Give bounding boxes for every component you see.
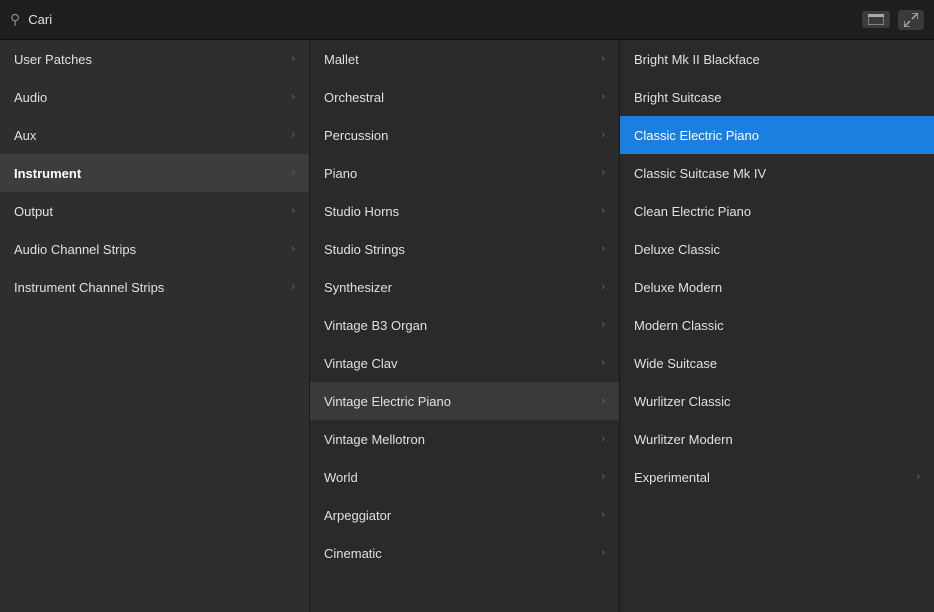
col3-item-0[interactable]: Bright Mk II Blackface [620,40,934,78]
col3-item-label-2: Classic Electric Piano [634,128,759,143]
col2-item-6[interactable]: Synthesizer › [310,268,619,306]
col3-item-label-0: Bright Mk II Blackface [634,52,760,67]
col3-item-label-1: Bright Suitcase [634,90,721,105]
col2-item-label-7: Vintage B3 Organ [324,318,427,333]
col2-item-0[interactable]: Mallet › [310,40,619,78]
col1-item-label-0: User Patches [14,52,92,67]
col2-item-label-0: Mallet [324,52,359,67]
chevron-icon-10: › [601,433,605,445]
col3-item-label-11: Experimental [634,470,710,485]
chevron-icon-1: › [601,91,605,103]
search-input[interactable]: Cari [28,12,854,27]
col2-item-label-4: Studio Horns [324,204,399,219]
col2-item-10[interactable]: Vintage Mellotron › [310,420,619,458]
col3-item-10[interactable]: Wurlitzer Modern [620,420,934,458]
col1-item-5[interactable]: Audio Channel Strips › [0,230,309,268]
col2-item-3[interactable]: Piano › [310,154,619,192]
chevron-icon-11: › [916,471,920,483]
col1-item-label-3: Instrument [14,166,81,181]
col2-item-1[interactable]: Orchestral › [310,78,619,116]
chevron-icon-7: › [601,319,605,331]
search-bar: ⚲ Cari [0,0,934,40]
col1-item-label-1: Audio [14,90,47,105]
chevron-icon-3: › [291,167,295,179]
column-2: Mallet›Orchestral›Percussion›Piano›Studi… [310,40,620,612]
chevron-icon-6: › [601,281,605,293]
col3-item-2[interactable]: Classic Electric Piano [620,116,934,154]
col2-item-label-6: Synthesizer [324,280,392,295]
toolbar-icons [862,10,924,30]
col1-item-label-5: Audio Channel Strips [14,242,136,257]
col2-item-label-12: Arpeggiator [324,508,391,523]
col3-item-3[interactable]: Classic Suitcase Mk IV [620,154,934,192]
collapse-button[interactable] [898,10,924,30]
col3-item-5[interactable]: Deluxe Classic [620,230,934,268]
chevron-icon-0: › [291,53,295,65]
menu-columns: User Patches›Audio›Aux›Instrument›Output… [0,40,934,612]
col3-item-7[interactable]: Modern Classic [620,306,934,344]
col3-item-label-3: Classic Suitcase Mk IV [634,166,766,181]
col2-item-2[interactable]: Percussion › [310,116,619,154]
chevron-icon-8: › [601,357,605,369]
chevron-icon-11: › [601,471,605,483]
col2-item-label-13: Cinematic [324,546,382,561]
chevron-icon-2: › [291,129,295,141]
chevron-icon-9: › [601,395,605,407]
column-1: User Patches›Audio›Aux›Instrument›Output… [0,40,310,612]
col2-item-4[interactable]: Studio Horns › [310,192,619,230]
col3-item-6[interactable]: Deluxe Modern [620,268,934,306]
col3-item-4[interactable]: Clean Electric Piano [620,192,934,230]
col3-item-label-10: Wurlitzer Modern [634,432,733,447]
chevron-icon-5: › [291,243,295,255]
col1-item-1[interactable]: Audio › [0,78,309,116]
chevron-icon-4: › [291,205,295,217]
col1-item-label-2: Aux [14,128,36,143]
col2-item-label-1: Orchestral [324,90,384,105]
col1-item-label-4: Output [14,204,53,219]
col2-item-11[interactable]: World › [310,458,619,496]
col3-item-label-9: Wurlitzer Classic [634,394,731,409]
col1-item-4[interactable]: Output › [0,192,309,230]
col2-item-label-5: Studio Strings [324,242,405,257]
col2-item-7[interactable]: Vintage B3 Organ › [310,306,619,344]
col3-item-label-5: Deluxe Classic [634,242,720,257]
col2-item-9[interactable]: Vintage Electric Piano › [310,382,619,420]
col3-item-8[interactable]: Wide Suitcase [620,344,934,382]
chevron-icon-5: › [601,243,605,255]
col3-item-label-8: Wide Suitcase [634,356,717,371]
chevron-icon-0: › [601,53,605,65]
col3-item-label-7: Modern Classic [634,318,724,333]
col2-item-label-9: Vintage Electric Piano [324,394,451,409]
col3-item-11[interactable]: Experimental › [620,458,934,496]
chevron-icon-4: › [601,205,605,217]
chevron-icon-12: › [601,509,605,521]
col3-item-9[interactable]: Wurlitzer Classic [620,382,934,420]
chevron-icon-2: › [601,129,605,141]
col3-item-label-4: Clean Electric Piano [634,204,751,219]
col2-item-8[interactable]: Vintage Clav › [310,344,619,382]
col2-item-label-11: World [324,470,358,485]
col2-item-label-10: Vintage Mellotron [324,432,425,447]
col2-item-13[interactable]: Cinematic › [310,534,619,572]
col2-item-12[interactable]: Arpeggiator › [310,496,619,534]
col1-item-2[interactable]: Aux › [0,116,309,154]
col2-item-5[interactable]: Studio Strings › [310,230,619,268]
chevron-icon-6: › [291,281,295,293]
col2-item-label-2: Percussion [324,128,388,143]
col3-item-1[interactable]: Bright Suitcase [620,78,934,116]
window-button[interactable] [862,11,890,28]
col1-item-0[interactable]: User Patches › [0,40,309,78]
col2-item-label-3: Piano [324,166,357,181]
chevron-icon-13: › [601,547,605,559]
col1-item-label-6: Instrument Channel Strips [14,280,164,295]
col1-item-6[interactable]: Instrument Channel Strips › [0,268,309,306]
col3-item-label-6: Deluxe Modern [634,280,722,295]
column-3: Bright Mk II Blackface Bright Suitcase Cla… [620,40,934,612]
chevron-icon-3: › [601,167,605,179]
search-icon: ⚲ [10,11,20,28]
col1-item-3[interactable]: Instrument › [0,154,309,192]
col2-item-label-8: Vintage Clav [324,356,397,371]
chevron-icon-1: › [291,91,295,103]
